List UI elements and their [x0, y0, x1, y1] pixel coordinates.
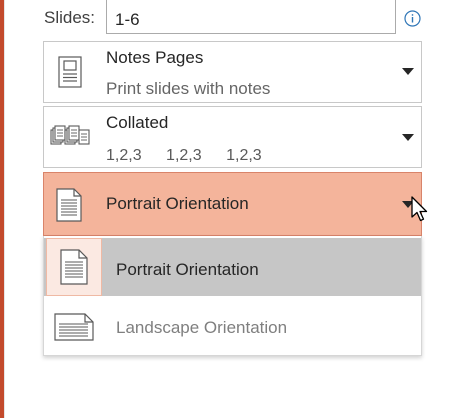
slides-range-input[interactable] — [106, 0, 396, 34]
menu-item-label: Portrait Orientation — [116, 260, 259, 279]
collation-sequence-item: 1,2,3 — [166, 147, 202, 164]
print-layout-subtitle: Print slides with notes — [106, 79, 271, 98]
orientation-selected-label: Portrait Orientation — [106, 194, 249, 213]
portrait-page-icon — [56, 188, 82, 222]
collation-sequence-item: 1,2,3 — [106, 147, 142, 164]
chevron-down-icon — [402, 134, 414, 141]
print-layout-title: Notes Pages — [106, 48, 204, 67]
collation-sequence: 1,2,3 1,2,3 1,2,3 — [106, 147, 282, 165]
slides-label: Slides: — [44, 8, 96, 27]
notes-page-icon — [58, 56, 82, 88]
orientation-dropdown[interactable]: Portrait Orientation — [43, 172, 422, 236]
collation-title: Collated — [106, 113, 169, 132]
landscape-page-icon — [54, 313, 94, 341]
print-layout-dropdown[interactable]: Notes Pages Print slides with notes — [43, 41, 422, 103]
collated-icon — [50, 125, 90, 145]
chevron-down-icon — [402, 68, 414, 75]
menu-item-portrait[interactable]: Portrait Orientation — [44, 238, 421, 296]
portrait-page-icon — [60, 249, 88, 285]
collation-sequence-item: 1,2,3 — [226, 147, 262, 164]
panel-divider — [4, 0, 5, 418]
orientation-menu: Portrait Orientation Landscape Orientati… — [43, 236, 422, 356]
mouse-pointer-icon — [411, 196, 428, 222]
info-icon[interactable] — [404, 10, 421, 27]
menu-item-label: Landscape Orientation — [116, 318, 288, 337]
collation-dropdown[interactable]: Collated 1,2,3 1,2,3 1,2,3 — [43, 106, 422, 168]
menu-item-landscape[interactable]: Landscape Orientation — [44, 298, 421, 356]
